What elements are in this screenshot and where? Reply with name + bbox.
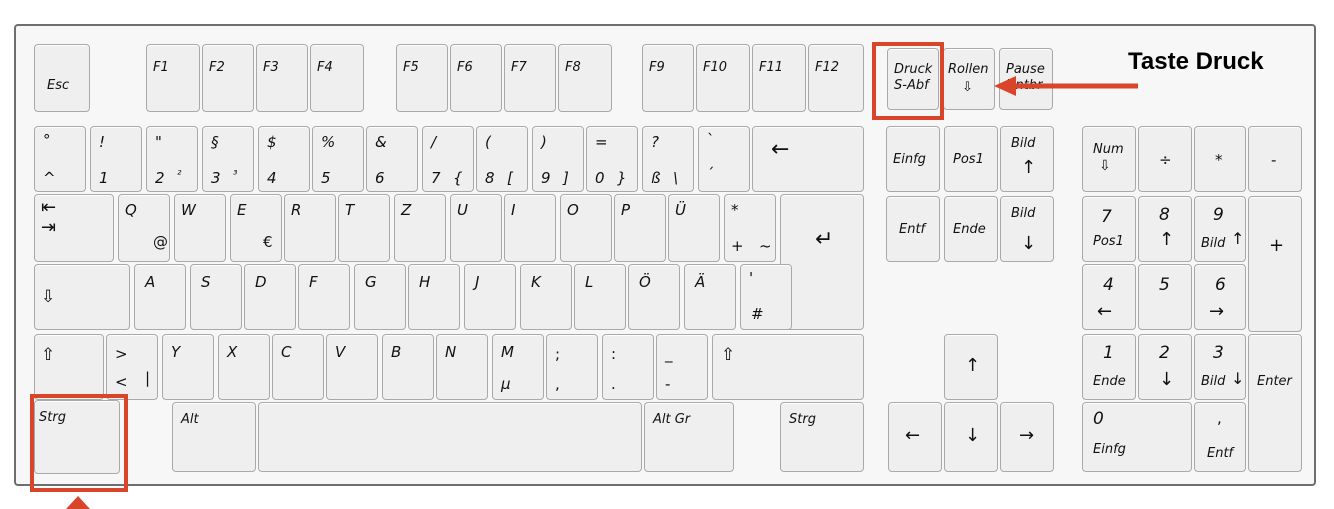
ctrl-arrow-icon — [66, 496, 90, 509]
print-screen-arrow-icon — [994, 76, 1138, 96]
callout-arrows — [66, 76, 1138, 509]
callout-title: Taste Druck — [1128, 48, 1264, 75]
